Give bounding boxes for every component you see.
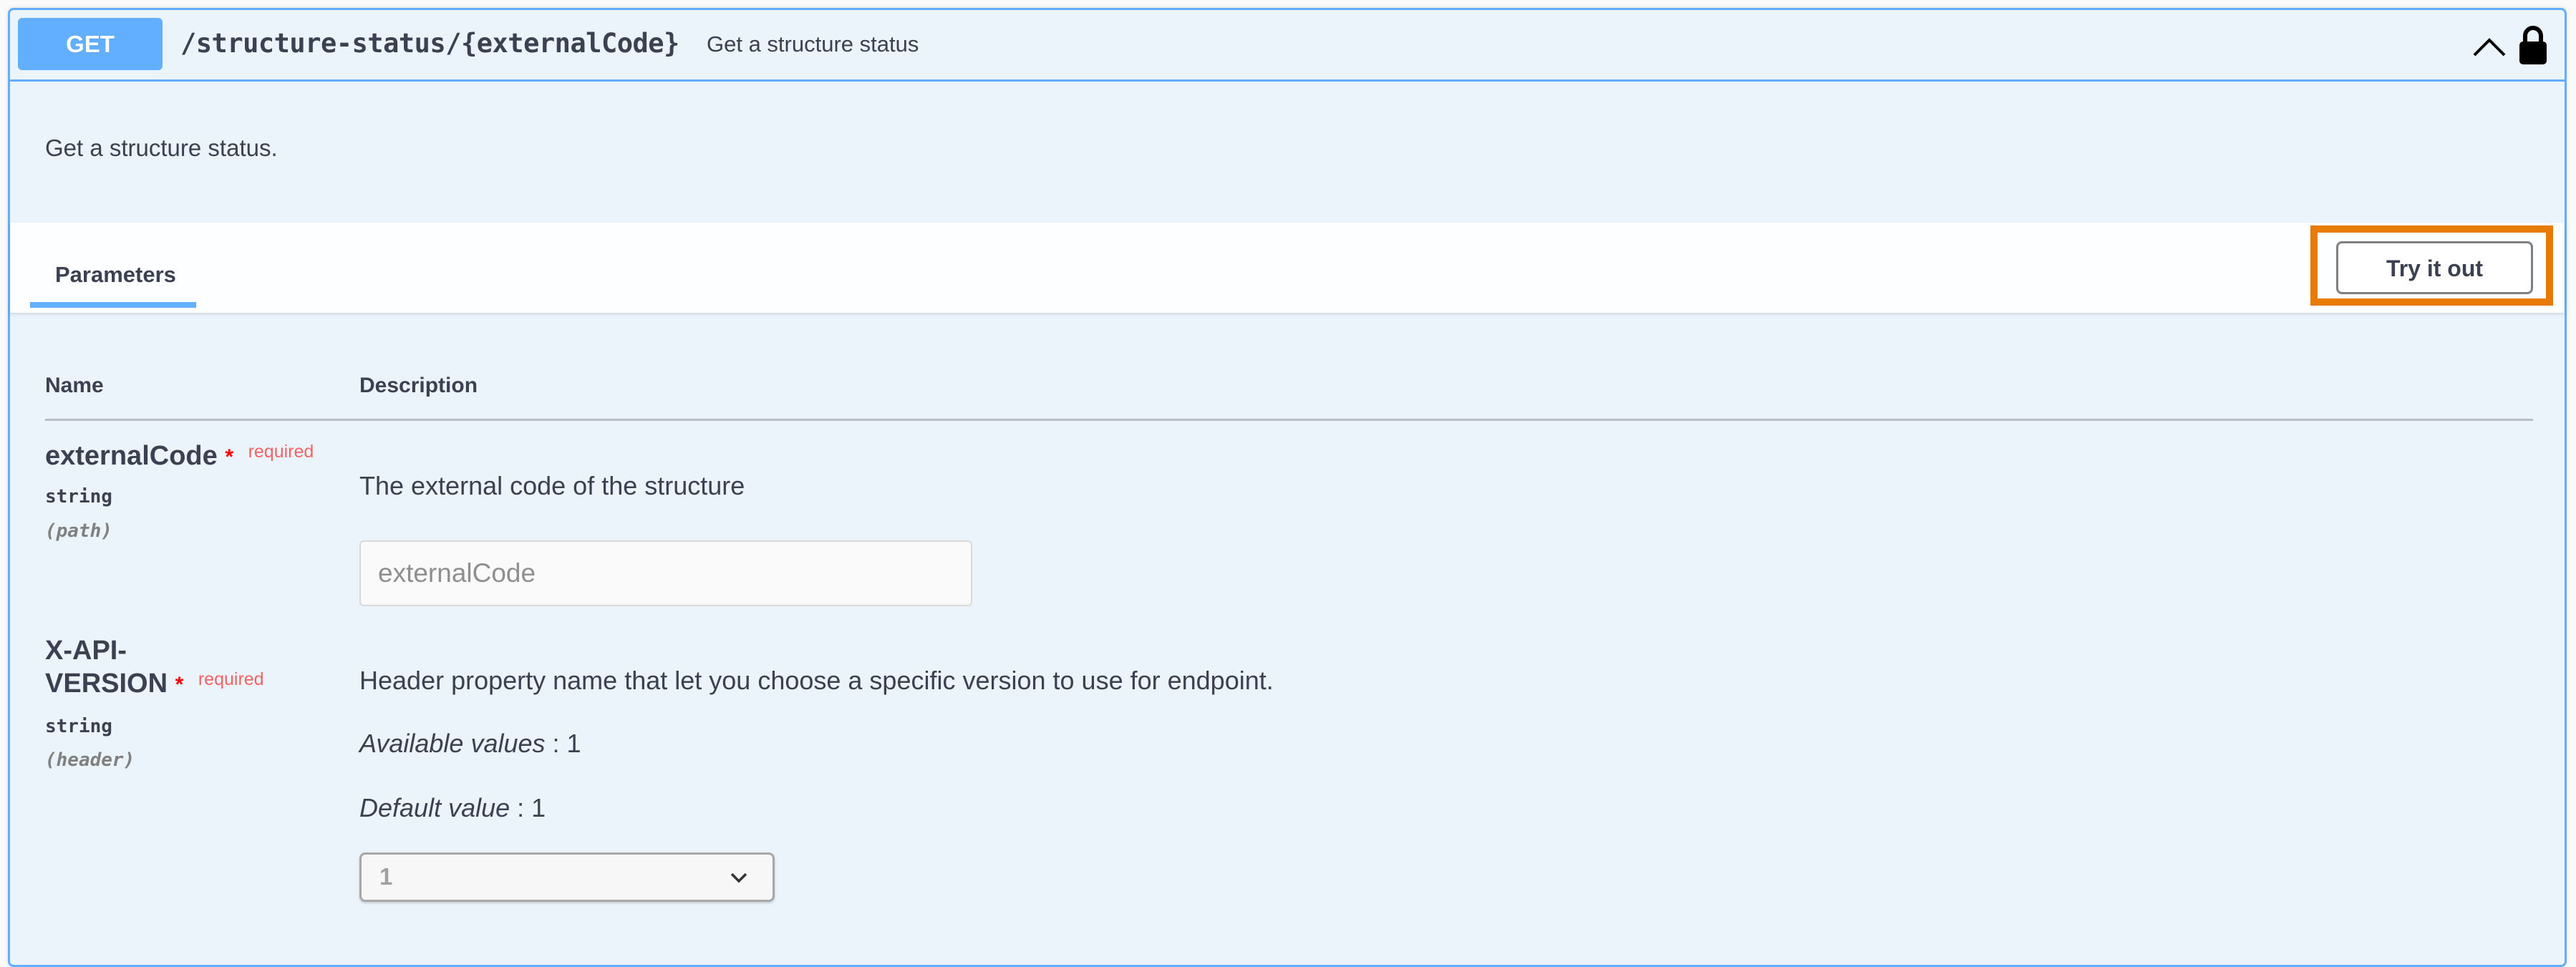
parameter-location: (path) — [45, 520, 112, 542]
parameters-tab-bar: Parameters — [10, 223, 2565, 313]
required-label: required — [248, 442, 314, 462]
lock-icon[interactable] — [2517, 24, 2549, 67]
externalCode-input[interactable] — [359, 540, 972, 606]
chevron-up-icon[interactable] — [2471, 32, 2507, 61]
parameter-name-line1: X-API- — [45, 636, 127, 666]
parameter-name: X-API- VERSION * required — [45, 634, 264, 700]
endpoint-path: /structure-status/{externalCode} — [180, 28, 679, 59]
available-values-label: Available values — [359, 729, 546, 758]
endpoint-summary: Get a structure status — [707, 31, 919, 57]
parameter-type: string — [45, 486, 112, 507]
chevron-down-icon — [730, 873, 747, 883]
parameter-location: (header) — [45, 749, 135, 771]
parameter-description: The external code of the structure — [359, 471, 745, 500]
default-value-value: : 1 — [517, 793, 546, 822]
required-star: * — [225, 445, 233, 469]
active-tab-indicator — [30, 302, 196, 308]
operation-description: Get a structure status. — [45, 135, 278, 161]
parameter-type: string — [45, 716, 112, 737]
default-value: Default value : 1 — [359, 793, 546, 823]
column-header-name: Name — [45, 374, 104, 397]
column-header-description: Description — [359, 374, 478, 397]
table-header-divider — [45, 419, 2533, 421]
available-values: Available values : 1 — [359, 729, 581, 759]
required-label: required — [198, 669, 264, 689]
default-value-label: Default value — [359, 793, 510, 822]
parameter-name-text: externalCode — [45, 441, 218, 471]
parameter-name: externalCode * required — [45, 439, 314, 472]
operation-summary-bar[interactable]: GET /structure-status/{externalCode} Get… — [10, 10, 2565, 82]
available-values-value: : 1 — [552, 729, 581, 758]
tab-parameters-label: Parameters — [55, 262, 176, 287]
parameter-description: Header property name that let you choose… — [359, 666, 1274, 695]
select-value: 1 — [379, 863, 393, 890]
operation-block-get-structure-status: GET /structure-status/{externalCode} Get… — [8, 8, 2567, 967]
x-api-version-select[interactable]: 1 — [359, 852, 775, 902]
parameter-name-line2: VERSION — [45, 669, 168, 699]
tab-parameters[interactable]: Parameters — [30, 223, 196, 313]
required-star: * — [175, 673, 184, 696]
try-it-out-button[interactable]: Try it out — [2336, 241, 2533, 294]
http-method-badge: GET — [18, 18, 163, 70]
